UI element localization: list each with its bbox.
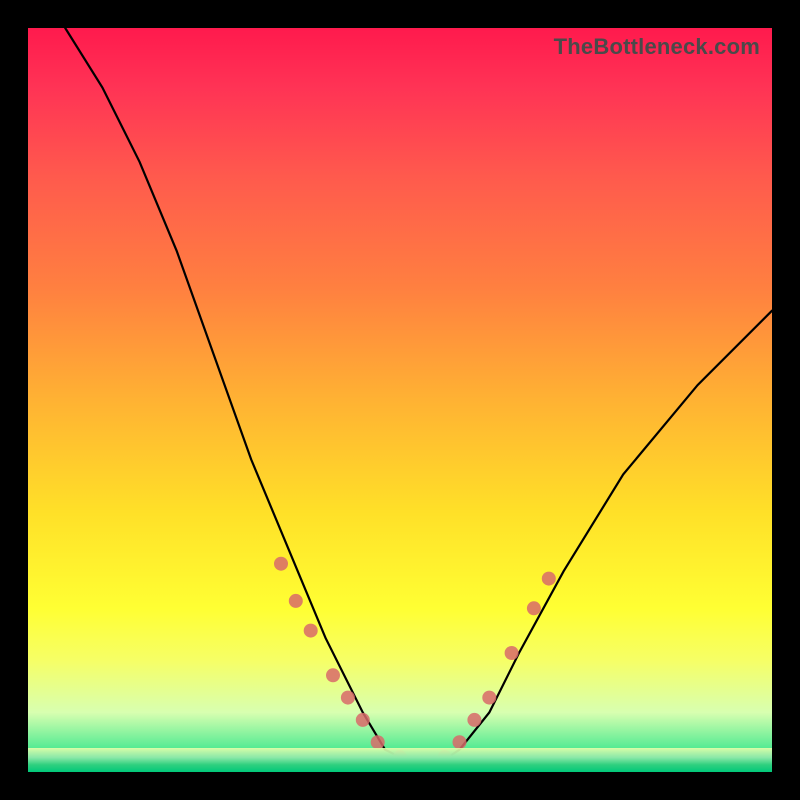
curve-marker — [341, 691, 355, 705]
curve-marker — [289, 594, 303, 608]
bottleneck-curve — [65, 28, 772, 765]
curve-layer — [28, 28, 772, 772]
curve-marker — [542, 572, 556, 586]
curve-marker — [326, 668, 340, 682]
green-band — [28, 748, 772, 772]
curve-marker — [274, 557, 288, 571]
curve-marker — [482, 691, 496, 705]
curve-marker — [467, 713, 481, 727]
curve-marker — [356, 713, 370, 727]
curve-marker — [304, 624, 318, 638]
curve-marker — [527, 601, 541, 615]
chart-frame: TheBottleneck.com — [0, 0, 800, 800]
plot-area: TheBottleneck.com — [28, 28, 772, 772]
curve-marker — [505, 646, 519, 660]
